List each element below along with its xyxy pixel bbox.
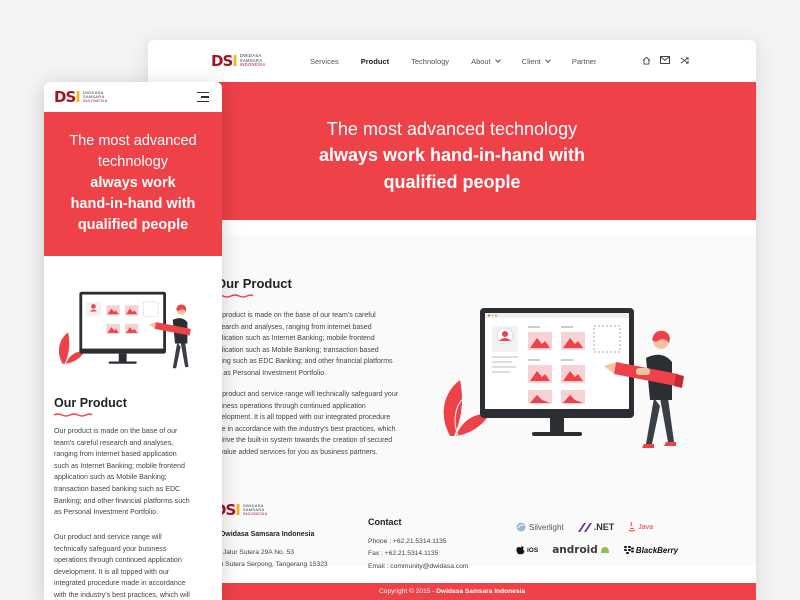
nav-about[interactable]: About <box>471 56 501 66</box>
product-illustration <box>58 291 191 369</box>
chevron-down-icon <box>545 56 551 63</box>
top-navbar: DSI DWIDASA SAMSARA INDONESIA Services Pro… <box>148 40 756 82</box>
brand-logo[interactable]: DSI DWIDASA SAMSARA INDONESIA <box>54 88 108 106</box>
mobile-preview: DSI DWIDASA SAMSARA INDONESIA The most adv… <box>44 82 222 600</box>
chevron-down-icon <box>494 56 501 63</box>
product-paragraph: Our product is made on the base of our te… <box>54 427 190 517</box>
contact-title: Contact <box>368 517 402 527</box>
product-paragraph: ur product and service range will techni… <box>214 391 399 456</box>
nav-services[interactable]: Services <box>310 57 339 66</box>
footer-logo: DSI DWIDASASAMSARAINDONESIA <box>214 501 268 519</box>
logo-text: DWIDASA SAMSARA INDONESIA <box>239 53 266 68</box>
nav-partner[interactable]: Partner <box>572 57 597 66</box>
silverlight-logo: Silverlight <box>516 522 564 532</box>
title-underline <box>53 413 93 417</box>
nav-technology[interactable]: Technology <box>411 57 449 66</box>
mail-icon[interactable] <box>660 55 670 65</box>
desktop-preview: DSI DWIDASA SAMSARA INDONESIA Services Pro… <box>148 40 756 600</box>
android-logo: android <box>552 544 610 556</box>
hero-banner: The most advanced technology always work… <box>44 112 222 256</box>
section-title: Our Product <box>216 276 292 291</box>
footer-contact: Contact Phone : +62.21.5314.1135 Fax : +… <box>368 516 468 573</box>
hero-banner: The most advanced technology always work… <box>148 82 756 220</box>
home-icon[interactable] <box>641 55 651 65</box>
section-title: Our Product <box>54 396 127 410</box>
nav-icons <box>641 55 689 65</box>
logo-mark: DSI <box>211 52 238 70</box>
contact-fax: Fax : +62.21.5314.1135 <box>368 550 439 557</box>
footer-address: T Dwidasa Samsara Indonesia ko Jalur Sut… <box>214 531 328 568</box>
shuffle-icon[interactable] <box>679 55 689 65</box>
brand-logo[interactable]: DSI DWIDASA SAMSARA INDONESIA <box>211 52 266 70</box>
contact-phone: Phone : +62.21.5314.1135 <box>368 537 447 545</box>
product-illustration <box>443 308 684 448</box>
hamburger-menu-icon[interactable] <box>197 92 209 102</box>
technology-logos: Silverlight .NET Java iOS android BlackB… <box>516 522 696 568</box>
hero-line: The most advanced technology <box>326 119 578 139</box>
blackberry-logo: BlackBerry <box>623 546 678 555</box>
contact-email[interactable]: Email : community@dwidasa.com <box>368 561 468 574</box>
copyright-bar: Copyright © 2015 - Dwidasa Samsara Indon… <box>148 583 756 600</box>
java-logo: Java <box>628 522 653 532</box>
nav-product[interactable]: Product <box>361 57 389 66</box>
product-paragraph: Our product and service range will techni… <box>54 533 190 599</box>
nav-client[interactable]: Client <box>522 56 551 66</box>
hero-line-bold: qualified people <box>383 172 521 192</box>
dotnet-logo: .NET <box>577 522 614 532</box>
main-menu: Services Product Technology About Client… <box>310 40 618 82</box>
hero-line-bold: always work hand-in-hand with <box>318 145 586 165</box>
ios-logo: iOS <box>516 545 538 555</box>
product-paragraph: ur product is made on the base of our te… <box>214 312 393 377</box>
